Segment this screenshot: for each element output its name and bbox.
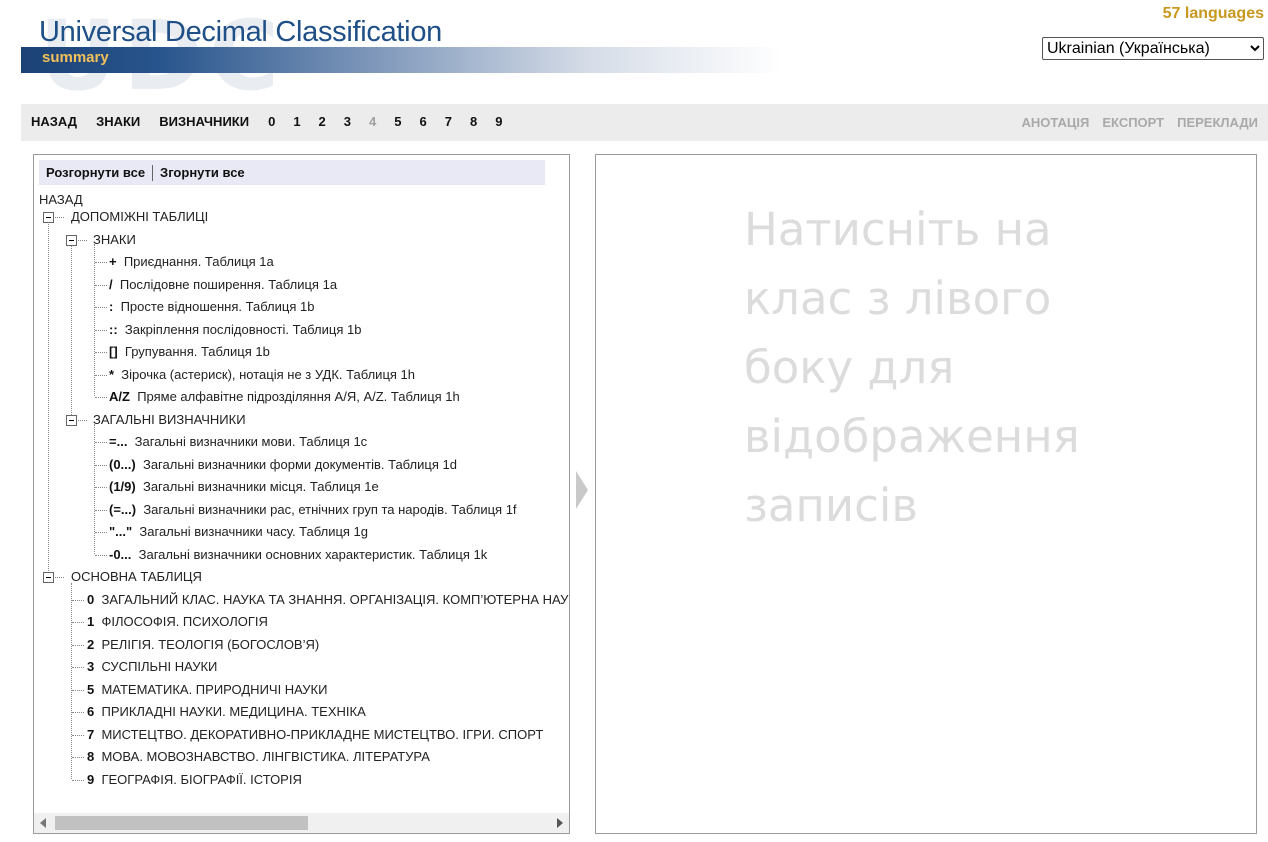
nav-class-1[interactable]: 1 [293, 114, 300, 129]
tree-item[interactable]: 2 РЕЛІГІЯ. ТЕОЛОГІЯ (БОГОСЛОВ’Я) [87, 637, 319, 652]
nav-signs-link[interactable]: ЗНАКИ [96, 114, 140, 129]
tree-node-common-aux[interactable]: ЗАГАЛЬНІ ВИЗНАЧНИКИ [93, 412, 246, 427]
tree-line [72, 735, 84, 736]
tree-line [95, 555, 107, 556]
top-navigation: НАЗАД ЗНАКИ ВИЗНАЧНИКИ 0 1 2 3 4 5 6 7 8… [21, 104, 1268, 141]
banner-bar: summary [21, 47, 781, 73]
nav-class-6[interactable]: 6 [419, 114, 426, 129]
site-title: Universal Decimal Classification [39, 16, 442, 48]
tree-line [95, 262, 107, 263]
site-subtitle: summary [42, 49, 109, 66]
tree-line [95, 465, 107, 466]
tree-node-main-table[interactable]: ОСНОВНА ТАБЛИЦЯ [71, 569, 202, 584]
nav-class-3[interactable]: 3 [344, 114, 351, 129]
tree-line [72, 600, 84, 601]
tree-line [95, 487, 107, 488]
tree-item[interactable]: "..." Загальні визначники часу. Таблиця … [109, 524, 368, 539]
tree-item[interactable]: 6 ПРИКЛАДНІ НАУКИ. МЕДИЦИНА. ТЕХНІКА [87, 704, 366, 719]
tree-item[interactable]: 5 МАТЕМАТИКА. ПРИРОДНИЧІ НАУКИ [87, 682, 327, 697]
tree-item[interactable]: (=...) Загальні визначники рас, етнічних… [109, 502, 517, 517]
tree-item[interactable]: 8 МОВА. МОВОЗНАВСТВО. ЛІНГВІСТИКА. ЛІТЕР… [87, 749, 430, 764]
panel-toggle-arrow-icon[interactable] [576, 471, 588, 509]
tree-item[interactable]: 3 СУСПІЛЬНІ НАУКИ [87, 659, 217, 674]
tree-line [78, 240, 87, 241]
tree-item[interactable]: 9 ГЕОГРАФІЯ. БІОГРАФІЇ. ІСТОРІЯ [87, 772, 302, 787]
nav-class-4-disabled: 4 [369, 114, 377, 129]
collapse-aux-tables-toggle[interactable] [43, 212, 54, 223]
scroll-right-arrow-icon[interactable] [557, 818, 563, 828]
tree-node-aux-tables[interactable]: ДОПОМІЖНІ ТАБЛИЦІ [71, 209, 208, 224]
languages-count: 57 languages [1162, 5, 1264, 22]
tree-line [95, 375, 107, 376]
tree-line [55, 577, 64, 578]
collapse-common-aux-toggle[interactable] [66, 415, 77, 426]
tree-line [72, 712, 84, 713]
classification-tree: Розгорнути все Згорнути все НАЗАД ДОПОМІ… [34, 155, 569, 815]
tree-line [71, 244, 72, 419]
collapse-signs-toggle[interactable] [66, 235, 77, 246]
tree-line [95, 307, 107, 308]
tree-node-signs[interactable]: ЗНАКИ [93, 232, 136, 247]
nav-left: НАЗАД ЗНАКИ ВИЗНАЧНИКИ 0 1 2 3 4 5 6 7 8… [31, 114, 520, 129]
tree-line [95, 510, 107, 511]
tree-line [72, 690, 84, 691]
tree-line [94, 244, 95, 396]
tree-line [55, 217, 64, 218]
tree-item[interactable]: =... Загальні визначники мови. Таблиця 1… [109, 434, 367, 449]
tree-toolbar: Розгорнути все Згорнути все [39, 160, 545, 185]
nav-auxiliaries-link[interactable]: ВИЗНАЧНИКИ [159, 114, 249, 129]
expand-all-button[interactable]: Розгорнути все [39, 165, 152, 180]
tree-line [72, 757, 84, 758]
tree-line [48, 221, 49, 571]
collapse-main-table-toggle[interactable] [43, 572, 54, 583]
udc-banner: UDC Universal Decimal Classification sum… [21, 8, 801, 98]
tree-line [72, 645, 84, 646]
tree-line [95, 397, 107, 398]
tree-item[interactable]: -0... Загальні визначники основних харак… [109, 547, 487, 562]
tree-back-link[interactable]: НАЗАД [39, 192, 83, 207]
scrollbar-thumb[interactable] [55, 816, 308, 830]
tree-line [95, 442, 107, 443]
tree-line [95, 352, 107, 353]
nav-class-7[interactable]: 7 [445, 114, 452, 129]
nav-class-8[interactable]: 8 [470, 114, 477, 129]
nav-translations-link[interactable]: ПЕРЕКЛАДИ [1177, 115, 1258, 130]
tree-item[interactable]: :: Закріплення послідовності. Таблиця 1b [109, 322, 361, 337]
tree-line [95, 532, 107, 533]
tree-item[interactable]: + Приєднання. Таблиця 1a [109, 254, 274, 269]
tree-panel: Розгорнути все Згорнути все НАЗАД ДОПОМІ… [33, 154, 570, 834]
tree-item[interactable]: (0...) Загальні визначники форми докумен… [109, 457, 457, 472]
nav-annotation-link[interactable]: АНОТАЦІЯ [1022, 115, 1090, 130]
tree-line [72, 622, 84, 623]
language-select[interactable]: Ukrainian (Українська) [1042, 37, 1264, 60]
tree-item[interactable]: 1 ФІЛОСОФІЯ. ПСИХОЛОГІЯ [87, 614, 268, 629]
nav-class-0[interactable]: 0 [268, 114, 275, 129]
nav-right: АНОТАЦІЯ ЕКСПОРТ ПЕРЕКЛАДИ [1009, 115, 1258, 130]
nav-class-9[interactable]: 9 [495, 114, 502, 129]
record-display-panel: Натисніть на клас з лівого боку для відо… [595, 154, 1257, 834]
tree-item[interactable]: A/Z Пряме алфавітне підрозділяння А/Я, A… [109, 389, 460, 404]
select-class-hint: Натисніть на клас з лівого боку для відо… [744, 203, 1080, 532]
tree-item[interactable]: (1/9) Загальні визначники місця. Таблиця… [109, 479, 379, 494]
collapse-all-button[interactable]: Згорнути все [153, 165, 252, 180]
tree-item[interactable]: * Зірочка (астериск), нотація не з УДК. … [109, 367, 415, 382]
tree-line [71, 583, 72, 779]
tree-item[interactable]: : Просте відношення. Таблиця 1b [109, 299, 314, 314]
nav-class-2[interactable]: 2 [319, 114, 326, 129]
tree-line [72, 667, 84, 668]
tree-item[interactable]: 7 МИСТЕЦТВО. ДЕКОРАТИВНО-ПРИКЛАДНЕ МИСТЕ… [87, 727, 543, 742]
nav-export-link[interactable]: ЕКСПОРТ [1102, 115, 1164, 130]
horizontal-scrollbar[interactable] [34, 813, 569, 833]
tree-line [95, 330, 107, 331]
tree-item[interactable]: 0 ЗАГАЛЬНИЙ КЛАС. НАУКА ТА ЗНАННЯ. ОРГАН… [87, 592, 569, 607]
tree-line [94, 424, 95, 554]
tree-line [95, 285, 107, 286]
tree-item[interactable]: / Послідовне поширення. Таблиця 1a [109, 277, 337, 292]
scroll-left-arrow-icon[interactable] [40, 818, 46, 828]
nav-class-5[interactable]: 5 [394, 114, 401, 129]
tree-line [72, 780, 84, 781]
tree-item[interactable]: [] Групування. Таблиця 1b [109, 344, 270, 359]
tree-line [78, 420, 87, 421]
nav-back-link[interactable]: НАЗАД [31, 114, 77, 129]
